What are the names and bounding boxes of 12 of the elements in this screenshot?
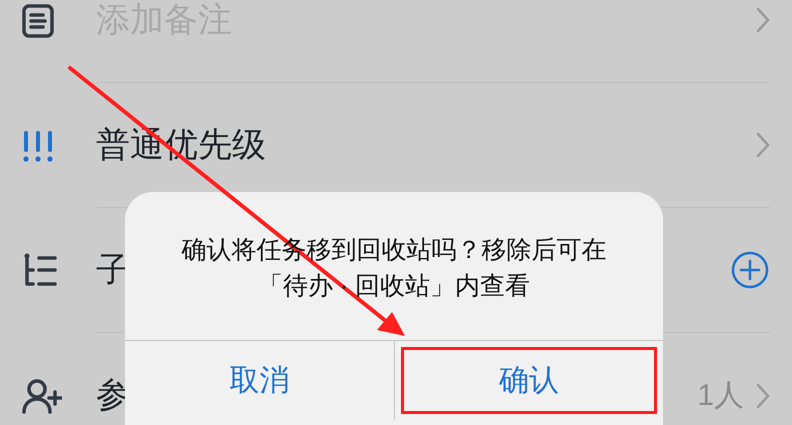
note-icon (22, 4, 54, 38)
cancel-button[interactable]: 取消 (131, 347, 388, 414)
add-icon[interactable] (730, 250, 770, 290)
chevron-right-icon (756, 132, 770, 158)
subtask-icon (22, 252, 58, 288)
row-label: 子 (96, 250, 130, 290)
row-value: 1人 (697, 378, 744, 414)
chevron-right-icon (756, 7, 770, 33)
confirm-button[interactable]: 确认 (400, 347, 657, 414)
chevron-right-icon (756, 382, 770, 408)
row-label: 参 (96, 375, 130, 416)
add-person-icon (22, 378, 62, 414)
